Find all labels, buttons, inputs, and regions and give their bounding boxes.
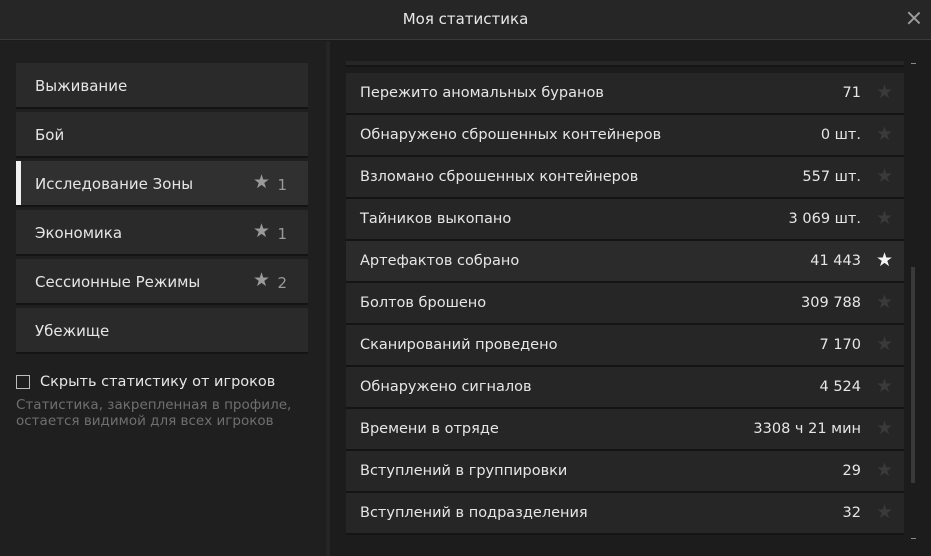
- scrollbar-bottom-cap: [911, 538, 916, 539]
- star-icon[interactable]: ★: [876, 251, 893, 270]
- star-icon[interactable]: ★: [876, 83, 893, 102]
- sidebar-item-session-modes[interactable]: Сессионные Режимы ★ 2: [16, 259, 308, 305]
- stat-value: 41 443: [810, 253, 861, 269]
- stat-row: Вступлений в подразделения 32 ★: [346, 493, 904, 535]
- sidebar-item-label: Сессионные Режимы: [35, 273, 201, 291]
- stat-value: 7 170: [819, 337, 861, 353]
- stat-label: Обнаружено сигналов: [360, 379, 532, 395]
- stat-label: Болтов брошено: [360, 295, 487, 311]
- stat-row: Обнаружено сброшенных контейнеров 0 шт. …: [346, 115, 904, 157]
- scrollbar-top-cap: [911, 63, 916, 64]
- stat-label: Обнаружено сброшенных контейнеров: [360, 127, 662, 143]
- hide-stats-label: Скрыть статистику от игроков: [40, 374, 276, 390]
- sidebar-item-label: Убежище: [35, 322, 110, 340]
- stat-value: 71: [842, 85, 861, 101]
- star-icon[interactable]: ★: [876, 293, 893, 312]
- sidebar-item-shelter[interactable]: Убежище: [16, 308, 308, 354]
- stat-value: 557 шт.: [802, 169, 861, 185]
- star-icon[interactable]: ★: [876, 167, 893, 186]
- star-icon[interactable]: ★: [876, 461, 893, 480]
- stat-row: Сканирований проведено 7 170 ★: [346, 325, 904, 367]
- sidebar-item-zone-exploration[interactable]: Исследование Зоны ★ 1: [16, 161, 308, 207]
- stat-row-clipped: [346, 61, 904, 67]
- stat-value: 32: [842, 505, 861, 521]
- sidebar-item-combat[interactable]: Бой: [16, 112, 308, 158]
- stat-label: Пережито аномальных буранов: [360, 85, 604, 101]
- star-icon: ★: [252, 220, 270, 242]
- pinned-stats-hint: Статистика, закрепленная в профиле, оста…: [16, 397, 292, 429]
- title-bar: Моя статистика: [0, 0, 931, 40]
- stat-row: Обнаружено сигналов 4 524 ★: [346, 367, 904, 409]
- star-icon[interactable]: ★: [876, 419, 893, 438]
- stat-value: 29: [842, 463, 861, 479]
- stat-value: 3308 ч 21 мин: [753, 421, 861, 437]
- stat-value: 309 788: [801, 295, 861, 311]
- stat-row: Вступлений в группировки 29 ★: [346, 451, 904, 493]
- stat-row: Времени в отряде 3308 ч 21 мин ★: [346, 409, 904, 451]
- star-icon[interactable]: ★: [876, 335, 893, 354]
- star-icon[interactable]: ★: [876, 503, 893, 522]
- sidebar: Выживание Бой Исследование Зоны ★ 1 Экон…: [0, 41, 326, 556]
- star-icon[interactable]: ★: [876, 377, 893, 396]
- stat-label: Артефактов собрано: [360, 253, 520, 269]
- stat-label: Взломано сброшенных контейнеров: [360, 169, 639, 185]
- stat-row: Артефактов собрано 41 443 ★: [346, 241, 904, 283]
- stat-row: Тайников выкопано 3 069 шт. ★: [346, 199, 904, 241]
- star-icon: ★: [252, 171, 270, 193]
- sidebar-item-label: Бой: [35, 126, 65, 144]
- star-icon: ★: [252, 269, 270, 291]
- stat-row: Пережито аномальных буранов 71 ★: [346, 73, 904, 115]
- pinned-count: 2: [277, 274, 287, 292]
- stat-value: 3 069 шт.: [788, 211, 861, 227]
- window-title: Моя статистика: [402, 10, 529, 28]
- close-icon[interactable]: [907, 11, 921, 25]
- stat-row: Болтов брошено 309 788 ★: [346, 283, 904, 325]
- sidebar-item-label: Исследование Зоны: [35, 175, 194, 193]
- stat-label: Вступлений в подразделения: [360, 505, 588, 521]
- sidebar-item-survival[interactable]: Выживание: [16, 63, 308, 109]
- stat-label: Времени в отряде: [360, 421, 499, 437]
- stat-label: Вступлений в группировки: [360, 463, 568, 479]
- pinned-count: 1: [277, 225, 287, 243]
- sidebar-item-label: Экономика: [35, 224, 123, 242]
- star-icon[interactable]: ★: [876, 125, 893, 144]
- hide-stats-checkbox[interactable]: [16, 375, 30, 389]
- stat-value: 0 шт.: [820, 127, 861, 143]
- sidebar-item-economy[interactable]: Экономика ★ 1: [16, 210, 308, 256]
- stats-panel: Пережито аномальных буранов 71 ★ Обнаруж…: [330, 41, 931, 556]
- stat-label: Тайников выкопано: [360, 211, 512, 227]
- sidebar-item-label: Выживание: [35, 77, 128, 95]
- star-icon[interactable]: ★: [876, 209, 893, 228]
- stat-row: Взломано сброшенных контейнеров 557 шт. …: [346, 157, 904, 199]
- scrollbar-thumb[interactable]: [911, 267, 915, 483]
- stat-value: 4 524: [819, 379, 861, 395]
- pinned-count: 1: [277, 176, 287, 194]
- stat-label: Сканирований проведено: [360, 337, 558, 353]
